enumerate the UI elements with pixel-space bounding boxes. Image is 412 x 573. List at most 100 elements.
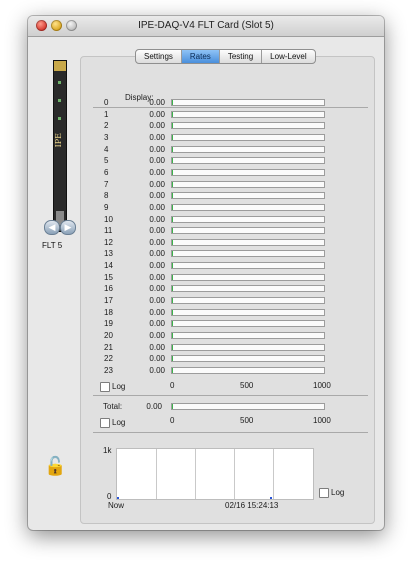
channel-rate-fill	[172, 123, 173, 129]
channel-rate-bar	[171, 320, 325, 328]
channel-index: 6	[104, 167, 109, 177]
channel-index: 21	[104, 342, 113, 352]
channel-rate-bar	[171, 99, 325, 106]
channel-rate-fill	[172, 356, 173, 362]
channel-rate-fill	[172, 274, 173, 280]
channel-rate-bar	[171, 366, 325, 374]
channel-rate-fill	[172, 146, 173, 152]
channel-rate-row: 7 0.00	[28, 179, 328, 190]
scale-tick: 0	[170, 381, 175, 390]
channel-rate-fill	[172, 100, 173, 105]
channel-rate-value: 0.00	[149, 121, 165, 131]
channel-rate-fill	[172, 263, 173, 269]
y-tick-label: 0	[107, 492, 112, 501]
channel-rate-value: 0.00	[149, 319, 165, 329]
card-connector	[54, 61, 66, 71]
channel-rate-value: 0.00	[149, 191, 165, 201]
channel-rate-value: 0.00	[149, 132, 165, 142]
channel-index: 9	[104, 202, 109, 212]
tab-testing[interactable]: Testing	[220, 50, 263, 63]
channel-index: 19	[104, 319, 113, 329]
total-log-checkbox[interactable]	[100, 418, 110, 428]
plot-log-checkbox[interactable]	[319, 488, 329, 498]
channel-rate-bar	[171, 133, 325, 141]
channel-index: 1	[104, 109, 109, 119]
scale-tick: 1000	[313, 381, 331, 390]
channel-index: 17	[104, 296, 113, 306]
channel-rate-value: 0.00	[149, 214, 165, 224]
channel-rate-fill	[172, 216, 173, 222]
total-scale-tick: 1000	[313, 416, 331, 425]
channel-rate-row: 1 0.00	[28, 109, 328, 120]
channel-rate-row: 6 0.00	[28, 167, 328, 178]
lock-icon[interactable]: 🔓	[44, 456, 66, 477]
channel-rate-row: 19 0.00	[28, 318, 328, 329]
total-scale-tick: 500	[240, 416, 254, 425]
channel-rate-value: 0.00	[149, 296, 165, 306]
total-rate-fill	[172, 404, 173, 409]
channel-index: 10	[104, 214, 113, 224]
channel-rate-bar	[171, 145, 325, 153]
channel-index: 12	[104, 237, 113, 247]
channel-rate-row: 0 0.00	[28, 97, 328, 108]
channel-rate-bar	[171, 157, 325, 165]
channel-index: 13	[104, 249, 113, 259]
channel-rate-fill	[172, 298, 173, 304]
channel-rate-bar	[171, 238, 325, 246]
channel-rate-row: 15 0.00	[28, 272, 328, 283]
total-value: 0.00	[146, 402, 162, 411]
channel-rate-row: 18 0.00	[28, 307, 328, 318]
channel-rate-row: 12 0.00	[28, 237, 328, 248]
channel-index: 15	[104, 272, 113, 282]
total-scale-tick: 0	[170, 416, 175, 425]
channel-rate-value: 0.00	[149, 202, 165, 212]
channel-rate-value: 0.00	[149, 342, 165, 352]
channel-log-label: Log	[112, 382, 126, 391]
channel-rate-bar	[171, 355, 325, 363]
channel-rate-value: 0.00	[149, 365, 165, 375]
tab-rates[interactable]: Rates	[181, 50, 220, 63]
title-bar[interactable]: IPE-DAQ-V4 FLT Card (Slot 5)	[28, 16, 384, 37]
channel-index: 2	[104, 121, 109, 131]
channel-index: 20	[104, 331, 113, 340]
window-title: IPE-DAQ-V4 FLT Card (Slot 5)	[138, 20, 274, 31]
rate-history-plot[interactable]	[116, 448, 314, 500]
channel-rate-row: 9 0.00	[28, 202, 328, 213]
channel-rate-bar	[171, 227, 325, 235]
channel-rate-value: 0.00	[149, 144, 165, 154]
card-led	[58, 81, 61, 84]
channel-index: 7	[104, 179, 109, 189]
channel-rate-value: 0.00	[149, 261, 165, 271]
channel-rate-bar	[171, 110, 325, 118]
channel-rate-row: 13 0.00	[28, 248, 328, 259]
channel-rate-fill	[172, 111, 173, 117]
rates-window: IPE-DAQ-V4 FLT Card (Slot 5) IPE ◀ ▶ FLT…	[28, 16, 384, 530]
channel-rate-value: 0.00	[149, 272, 165, 282]
separator	[93, 395, 368, 396]
channel-index: 14	[104, 261, 113, 271]
channel-rate-row: 20 0.00	[28, 330, 328, 341]
channel-rate-fill	[172, 228, 173, 234]
channel-rate-fill	[172, 181, 173, 187]
tab-settings[interactable]: Settings	[136, 50, 182, 63]
channel-rate-fill	[172, 321, 173, 327]
x-axis-right-label: 02/16 15:24:13	[225, 501, 279, 510]
channel-rate-bar	[171, 180, 325, 188]
tab-low-level[interactable]: Low-Level	[262, 50, 314, 63]
channel-rate-bar	[171, 168, 325, 176]
channel-rate-row: 8 0.00	[28, 190, 328, 201]
channel-rate-fill	[172, 333, 173, 338]
channel-rate-fill	[172, 286, 173, 292]
channel-index: 0	[104, 98, 109, 107]
channel-rate-fill	[172, 193, 173, 199]
channel-rate-fill	[172, 344, 173, 350]
total-log-label: Log	[112, 418, 126, 427]
total-rate-bar	[171, 403, 325, 410]
channel-rate-bar	[171, 343, 325, 351]
grid-line	[273, 449, 274, 499]
channel-rate-bar	[171, 122, 325, 130]
channel-log-checkbox[interactable]	[100, 382, 110, 392]
channel-rate-fill	[172, 134, 173, 140]
channel-rate-fill	[172, 309, 173, 315]
channel-rate-fill	[172, 251, 173, 257]
